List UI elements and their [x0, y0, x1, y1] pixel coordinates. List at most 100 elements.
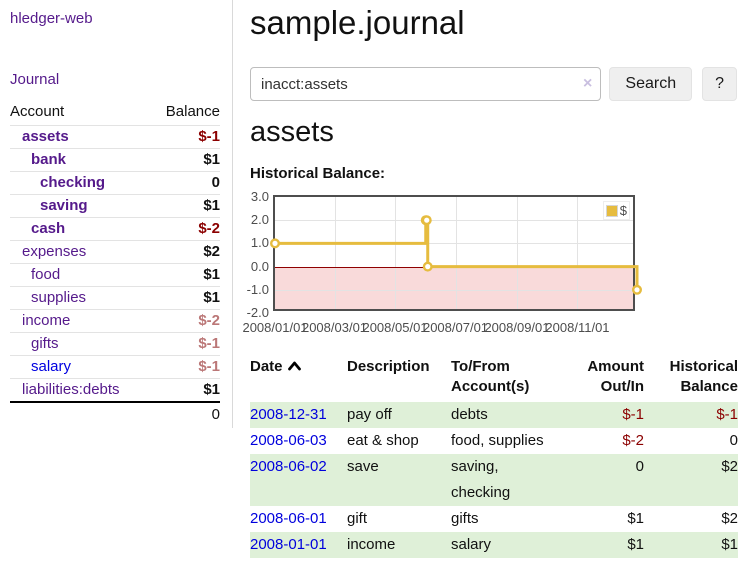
transaction-description: gift — [347, 506, 451, 532]
account-row: expenses $2 — [10, 241, 220, 264]
account-row: salary $-1 — [10, 356, 220, 379]
transaction-amount: $1 — [582, 532, 644, 558]
data-point-marker — [424, 263, 432, 271]
account-row: checking 0 — [10, 172, 220, 195]
transaction-description: eat & shop — [347, 428, 451, 454]
transaction-accounts: saving, checking — [451, 454, 582, 506]
accounts-total-balance: 0 — [150, 402, 220, 428]
register-col-amount: Amount Out/In — [582, 357, 644, 402]
account-link[interactable]: assets — [22, 128, 69, 145]
transaction-date-link[interactable]: 2008-01-01 — [250, 536, 327, 553]
chart-title: Historical Balance: — [250, 165, 725, 182]
transaction-date-link[interactable]: 2008-06-01 — [250, 510, 327, 527]
data-point-marker — [271, 240, 279, 248]
account-balance: $1 — [150, 149, 220, 172]
x-axis-tick-label: 2008/11/01 — [545, 320, 609, 335]
transaction-date-cell: 2008-06-03 — [250, 428, 347, 454]
x-axis-tick-label: 2008/07/01 — [423, 320, 488, 335]
data-point-marker — [633, 286, 641, 294]
account-row: saving $1 — [10, 195, 220, 218]
search-button[interactable]: Search — [609, 67, 692, 101]
account-row: liabilities:debts $1 — [10, 379, 220, 403]
transaction-accounts: salary — [451, 532, 582, 558]
account-balance: $-1 — [150, 356, 220, 379]
account-row: food$1 — [10, 264, 220, 287]
transaction-amount: $1 — [582, 506, 644, 532]
account-balance: $-1 — [150, 333, 220, 356]
account-balance: 0 — [150, 172, 220, 195]
account-balance: $-1 — [150, 126, 220, 149]
account-link[interactable]: saving — [40, 197, 88, 214]
transaction-date-link[interactable]: 2008-06-03 — [250, 432, 327, 449]
accounts-col-account: Account — [10, 101, 150, 126]
accounts-total-row: 0 — [10, 402, 220, 428]
account-row: supplies $1 — [10, 287, 220, 310]
sidebar-item-journal[interactable]: Journal — [10, 71, 220, 88]
account-row: assets $-1 — [10, 126, 220, 149]
account-balance: $1 — [150, 195, 220, 218]
transaction-row: 2008-06-02savesaving, checking0$2 — [250, 454, 738, 506]
account-row: cash$-2 — [10, 218, 220, 241]
account-link[interactable]: checking — [40, 174, 105, 191]
transaction-row: 2008-01-01incomesalary$1$1 — [250, 532, 738, 558]
register-col-description: Description — [347, 357, 451, 402]
account-row: income$-2 — [10, 310, 220, 333]
transaction-row: 2008-06-03eat & shopfood, supplies$-20 — [250, 428, 738, 454]
data-point-marker — [423, 216, 431, 224]
transaction-accounts: food, supplies — [451, 428, 582, 454]
register-col-accounts: To/From Account(s) — [451, 357, 582, 402]
transaction-row: 2008-12-31pay offdebts$-1$-1 — [250, 402, 738, 428]
accounts-table: Account Balance assets$-1bank$1checking0… — [10, 101, 220, 428]
balance-chart: $3.02.01.00.0-1.0-2.02008/01/012008/03/0… — [250, 195, 725, 339]
x-axis-tick-label: 2008/01/01 — [242, 320, 307, 335]
account-link[interactable]: cash — [31, 220, 65, 237]
account-link[interactable]: gifts — [31, 335, 59, 352]
account-balance: $2 — [150, 241, 220, 264]
transaction-balance: $1 — [644, 532, 738, 558]
transaction-amount: $-1 — [582, 402, 644, 428]
account-row: bank $1 — [10, 149, 220, 172]
help-button[interactable]: ? — [702, 67, 737, 101]
account-link[interactable]: bank — [31, 151, 66, 168]
account-link[interactable]: liabilities:debts — [22, 381, 120, 398]
transaction-description: pay off — [347, 402, 451, 428]
x-axis-tick-label: 2008/05/01 — [362, 320, 427, 335]
account-link[interactable]: supplies — [31, 289, 86, 306]
balance-series — [275, 197, 637, 313]
transaction-date-cell: 2008-01-01 — [250, 532, 347, 558]
y-axis-tick-label: 1.0 — [242, 235, 269, 251]
transaction-accounts: debts — [451, 402, 582, 428]
app: hledger-web Journal Account Balance asse… — [0, 0, 742, 578]
brand-link[interactable]: hledger-web — [10, 10, 220, 27]
search-input[interactable] — [250, 67, 601, 101]
transaction-amount: 0 — [582, 454, 644, 506]
register-table: Date Description To/From Account(s) Amou… — [250, 357, 738, 558]
account-balance: $1 — [150, 287, 220, 310]
search-form: × Search ? — [250, 67, 737, 101]
transaction-balance: $2 — [644, 506, 738, 532]
register-col-balance: Historical Balance — [644, 357, 738, 402]
account-link[interactable]: expenses — [22, 243, 86, 260]
register-col-date[interactable]: Date — [250, 357, 347, 402]
account-link[interactable]: food — [31, 266, 60, 283]
transaction-balance: $-1 — [644, 402, 738, 428]
transaction-date-cell: 2008-06-01 — [250, 506, 347, 532]
y-axis-tick-label: 3.0 — [242, 189, 269, 205]
transaction-amount: $-2 — [582, 428, 644, 454]
page-title: sample.journal — [250, 4, 725, 42]
account-link[interactable]: income — [22, 312, 70, 329]
x-axis-tick-label: 2008/09/01 — [484, 320, 549, 335]
y-axis-tick-label: 0.0 — [242, 259, 269, 275]
transaction-date-link[interactable]: 2008-06-02 — [250, 458, 327, 475]
account-link[interactable]: salary — [31, 358, 71, 375]
account-balance: $1 — [150, 379, 220, 403]
y-axis-tick-label: 2.0 — [242, 212, 269, 228]
transaction-date-cell: 2008-12-31 — [250, 402, 347, 428]
transaction-accounts: gifts — [451, 506, 582, 532]
clear-search-icon[interactable]: × — [583, 74, 592, 94]
account-heading: assets — [250, 116, 725, 149]
transaction-description: income — [347, 532, 451, 558]
transaction-date-link[interactable]: 2008-12-31 — [250, 406, 327, 423]
register-header-row: Date Description To/From Account(s) Amou… — [250, 357, 738, 402]
accounts-total-spacer — [10, 402, 150, 428]
